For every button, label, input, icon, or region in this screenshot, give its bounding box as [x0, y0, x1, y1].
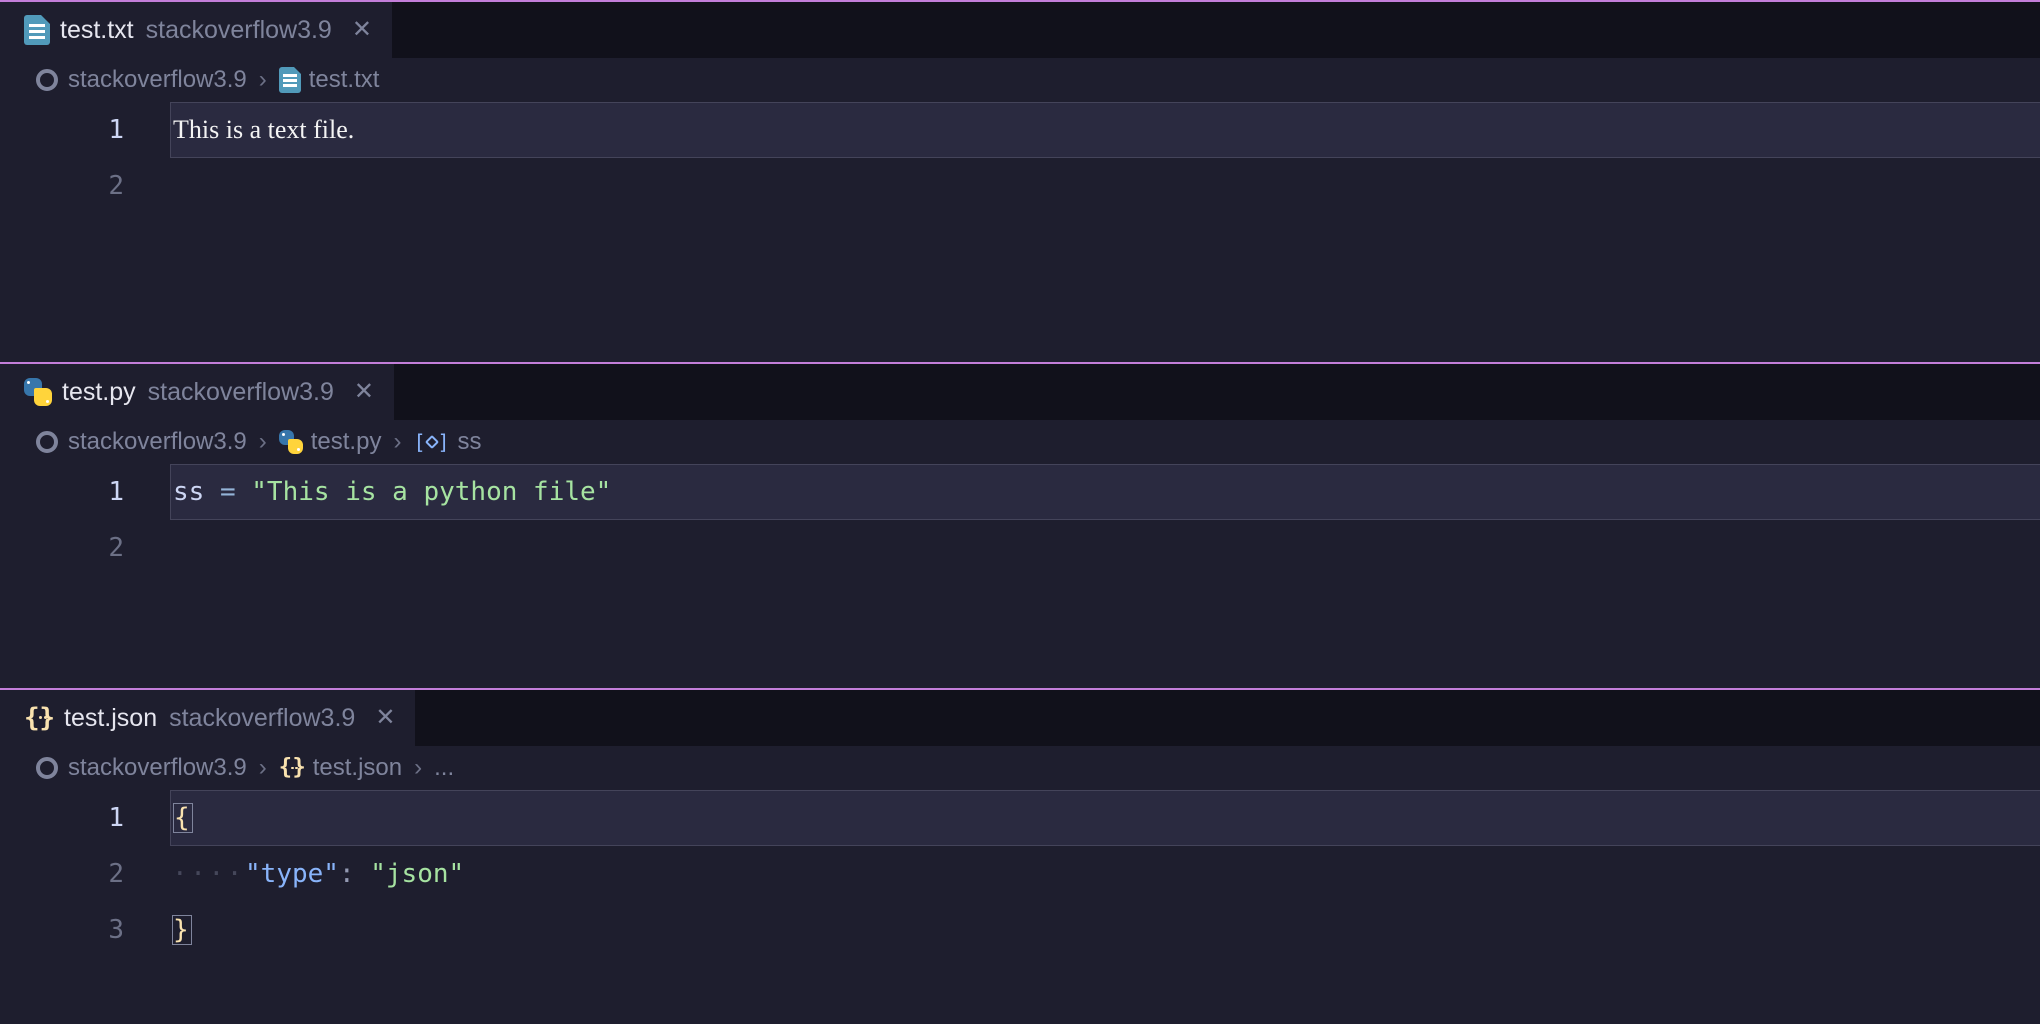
- tab-filename: test.py: [62, 378, 136, 407]
- code-area[interactable]: { ····"type": "json" }: [172, 790, 2040, 958]
- breadcrumb[interactable]: stackoverflow3.9 › test.json › ...: [0, 746, 2040, 790]
- python-file-icon: [24, 378, 52, 406]
- code-area[interactable]: This is a text file.: [172, 102, 2040, 214]
- cursor: {: [173, 803, 193, 834]
- close-icon[interactable]: ✕: [354, 380, 374, 404]
- breadcrumb-file[interactable]: test.txt: [279, 66, 380, 94]
- chevron-right-icon: ›: [259, 66, 267, 94]
- line-number: 3: [0, 902, 124, 958]
- chevron-right-icon: ›: [259, 754, 267, 782]
- code-line[interactable]: ····"type": "json": [172, 846, 2040, 902]
- variable-icon: [413, 430, 449, 454]
- gutter: 1 2 3: [0, 790, 172, 958]
- line-number: 2: [0, 846, 124, 902]
- ring-icon: [36, 757, 58, 779]
- tab-filename: test.json: [64, 704, 157, 733]
- line-number: 2: [0, 158, 124, 214]
- code-line[interactable]: ss = "This is a python file": [170, 464, 2040, 520]
- chevron-right-icon: ›: [259, 428, 267, 456]
- tab-workspace: stackoverflow3.9: [146, 16, 332, 45]
- breadcrumb-root[interactable]: stackoverflow3.9: [68, 754, 247, 782]
- code-line[interactable]: [172, 158, 2040, 214]
- editor[interactable]: 1 2 ss = "This is a python file": [0, 464, 2040, 576]
- close-icon[interactable]: ✕: [352, 18, 372, 42]
- editor[interactable]: 1 2 3 { ····"type": "json" }: [0, 790, 2040, 958]
- line-number: 1: [0, 102, 124, 158]
- code-area[interactable]: ss = "This is a python file": [172, 464, 2040, 576]
- breadcrumb-file[interactable]: test.py: [279, 428, 382, 456]
- tab-workspace: stackoverflow3.9: [169, 704, 355, 733]
- tab-workspace: stackoverflow3.9: [148, 378, 334, 407]
- editor-pane-py: test.py stackoverflow3.9 ✕ stackoverflow…: [0, 362, 2040, 688]
- json-file-icon: [279, 757, 305, 779]
- line-number: 1: [0, 464, 124, 520]
- tab-bar: test.txt stackoverflow3.9 ✕: [0, 2, 2040, 58]
- breadcrumb-symbol[interactable]: ss: [413, 428, 481, 456]
- chevron-right-icon: ›: [414, 754, 422, 782]
- breadcrumb-file[interactable]: test.json: [279, 754, 402, 782]
- tab-bar: test.json stackoverflow3.9 ✕: [0, 690, 2040, 746]
- tab-test-txt[interactable]: test.txt stackoverflow3.9 ✕: [0, 2, 392, 58]
- gutter: 1 2: [0, 464, 172, 576]
- editor[interactable]: 1 2 This is a text file.: [0, 102, 2040, 214]
- breadcrumb[interactable]: stackoverflow3.9 › test.py › ss: [0, 420, 2040, 464]
- code-line[interactable]: [172, 520, 2040, 576]
- text-file-icon: [24, 15, 50, 45]
- tab-test-py[interactable]: test.py stackoverflow3.9 ✕: [0, 364, 394, 420]
- breadcrumb-root[interactable]: stackoverflow3.9: [68, 428, 247, 456]
- line-number: 2: [0, 520, 124, 576]
- json-file-icon: [24, 705, 54, 731]
- code-line[interactable]: {: [170, 790, 2040, 846]
- ring-icon: [36, 431, 58, 453]
- breadcrumb-root[interactable]: stackoverflow3.9: [68, 66, 247, 94]
- editor-pane-txt: test.txt stackoverflow3.9 ✕ stackoverflo…: [0, 0, 2040, 362]
- breadcrumb-symbol[interactable]: ...: [434, 754, 454, 782]
- tab-filename: test.txt: [60, 16, 134, 45]
- close-icon[interactable]: ✕: [375, 706, 395, 730]
- chevron-right-icon: ›: [393, 428, 401, 456]
- line-number: 1: [0, 790, 124, 846]
- code-line[interactable]: This is a text file.: [170, 102, 2040, 158]
- code-line[interactable]: }: [172, 902, 2040, 958]
- gutter: 1 2: [0, 102, 172, 214]
- ring-icon: [36, 69, 58, 91]
- editor-pane-json: test.json stackoverflow3.9 ✕ stackoverfl…: [0, 688, 2040, 1022]
- text-file-icon: [279, 67, 301, 93]
- breadcrumb[interactable]: stackoverflow3.9 › test.txt: [0, 58, 2040, 102]
- tab-bar: test.py stackoverflow3.9 ✕: [0, 364, 2040, 420]
- python-file-icon: [279, 430, 303, 454]
- tab-test-json[interactable]: test.json stackoverflow3.9 ✕: [0, 690, 415, 746]
